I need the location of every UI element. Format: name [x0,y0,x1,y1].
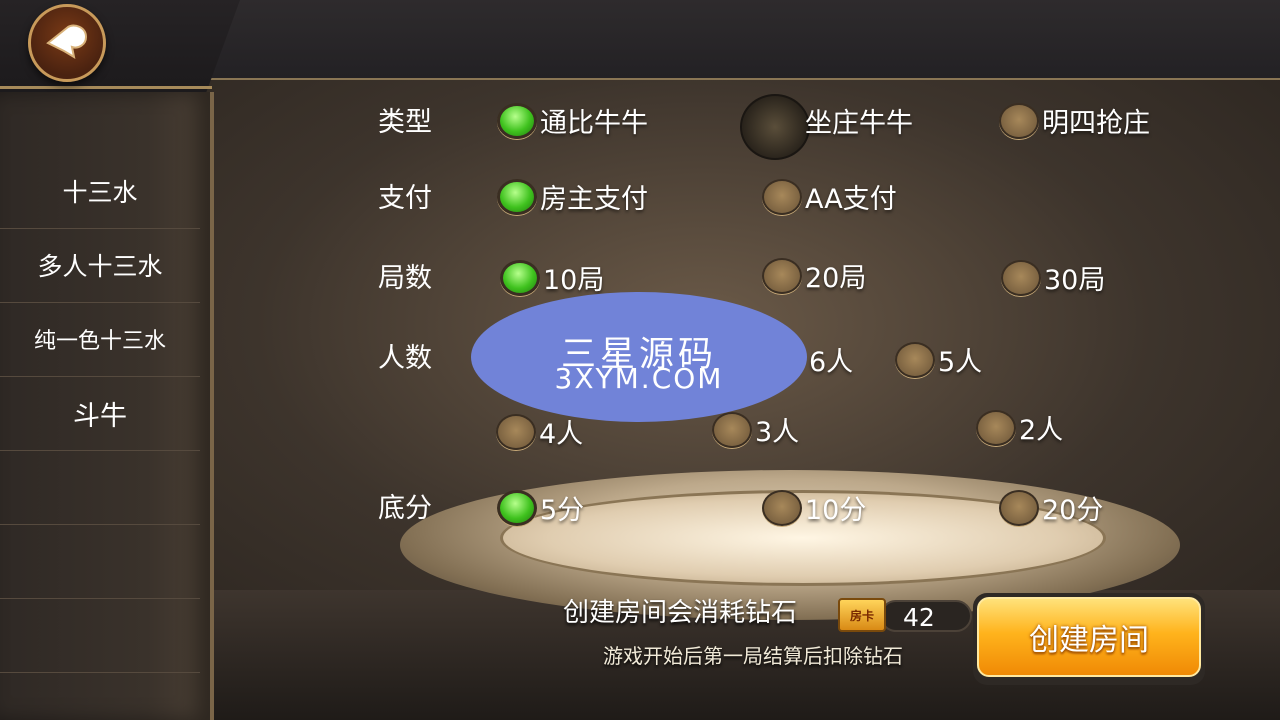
radio-unselected[interactable] [976,409,1016,446]
radio-unselected[interactable] [762,489,802,526]
room-card-label: 房卡 [849,608,874,623]
card-count: 42 [903,603,935,632]
sidebar-item-empty [0,524,200,599]
option-label: 2人 [1019,415,1064,446]
sidebar-item-douniu[interactable]: 斗牛 [0,376,200,451]
base-score-label: 底分 [378,493,432,524]
radio-unselected[interactable] [895,341,935,378]
players-option-4[interactable]: 4人 [496,412,583,451]
option-label: 20局 [805,263,867,294]
radio-selected[interactable] [500,259,540,296]
option-label: 10分 [805,495,867,526]
option-label: 房主支付 [540,184,648,215]
option-label: 10局 [543,265,605,296]
option-label: 5分 [540,495,585,526]
create-room-button-face[interactable]: 创建房间 [977,597,1201,677]
radio-unselected[interactable] [712,411,752,448]
sidebar-item-label: 纯一色十三水 [33,329,166,354]
watermark: 三星源码 3XYM.COM [471,292,807,422]
option-label: 3人 [755,417,800,448]
option-label: 通比牛牛 [540,108,648,139]
spade-back-icon [46,24,88,60]
option-label: 明四抢庄 [1042,108,1150,139]
base-score-option-5[interactable]: 5分 [497,488,584,527]
option-label: AA支付 [805,184,897,215]
radio-unselected[interactable] [762,178,802,215]
radio-selected[interactable] [497,489,537,526]
radio-unselected[interactable] [999,489,1039,526]
players-option-2[interactable]: 2人 [976,408,1063,447]
deduction-note: 游戏开始后第一局结算后扣除钻石 [603,644,903,668]
sidebar-item-label: 斗牛 [73,400,127,432]
game-sidebar: 十三水 多人十三水 纯一色十三水 斗牛 [0,92,214,720]
rounds-option-30[interactable]: 30局 [1001,258,1105,297]
create-room-label: 创建房间 [1029,623,1149,658]
rounds-option-10[interactable]: 10局 [500,258,604,297]
back-button[interactable] [28,4,106,82]
payment-label: 支付 [378,183,432,214]
base-score-option-20[interactable]: 20分 [999,488,1103,527]
type-label: 类型 [378,107,432,138]
option-label: 20分 [1042,495,1104,526]
players-label: 人数 [378,343,432,374]
rounds-option-20[interactable]: 20局 [762,256,866,295]
sidebar-item-pure-shisanshui[interactable]: 纯一色十三水 [0,302,200,377]
type-option-zuozhuang[interactable]: 坐庄牛牛 [762,101,913,140]
radio-unselected[interactable] [1001,259,1041,296]
players-option-3[interactable]: 3人 [712,410,799,449]
type-option-mingsi[interactable]: 明四抢庄 [999,101,1150,140]
option-label: 6人 [809,347,854,378]
sidebar-item-multi-shisanshui[interactable]: 多人十三水 [0,228,200,303]
option-label: 4人 [539,419,584,450]
sidebar-item-shisanshui[interactable]: 十三水 [0,154,200,229]
base-score-option-10[interactable]: 10分 [762,488,866,527]
radio-unselected[interactable] [762,257,802,294]
payment-option-aa[interactable]: AA支付 [762,177,897,216]
watermark-url: 3XYM.COM [554,362,724,395]
payment-option-owner[interactable]: 房主支付 [497,177,648,216]
sidebar-item-label: 十三水 [62,178,138,207]
cost-notice: 创建房间会消耗钻石 [563,598,798,628]
radio-unselected[interactable] [496,413,536,450]
radio-selected[interactable] [497,178,537,215]
radio-selected[interactable] [497,102,537,139]
room-card-icon: 房卡 [838,598,886,632]
option-label: 30局 [1044,265,1106,296]
sidebar-item-empty [0,450,200,525]
rounds-label: 局数 [378,263,432,294]
sidebar-item-empty [0,598,200,673]
option-label: 坐庄牛牛 [805,108,913,139]
option-label: 5人 [938,347,983,378]
create-room-button[interactable]: 创建房间 [973,593,1205,685]
radio-unselected[interactable] [999,102,1039,139]
top-bar-divider [0,86,212,89]
players-option-5[interactable]: 5人 [895,340,982,379]
sidebar-item-label: 多人十三水 [37,252,163,281]
type-option-tongbi[interactable]: 通比牛牛 [497,101,648,140]
